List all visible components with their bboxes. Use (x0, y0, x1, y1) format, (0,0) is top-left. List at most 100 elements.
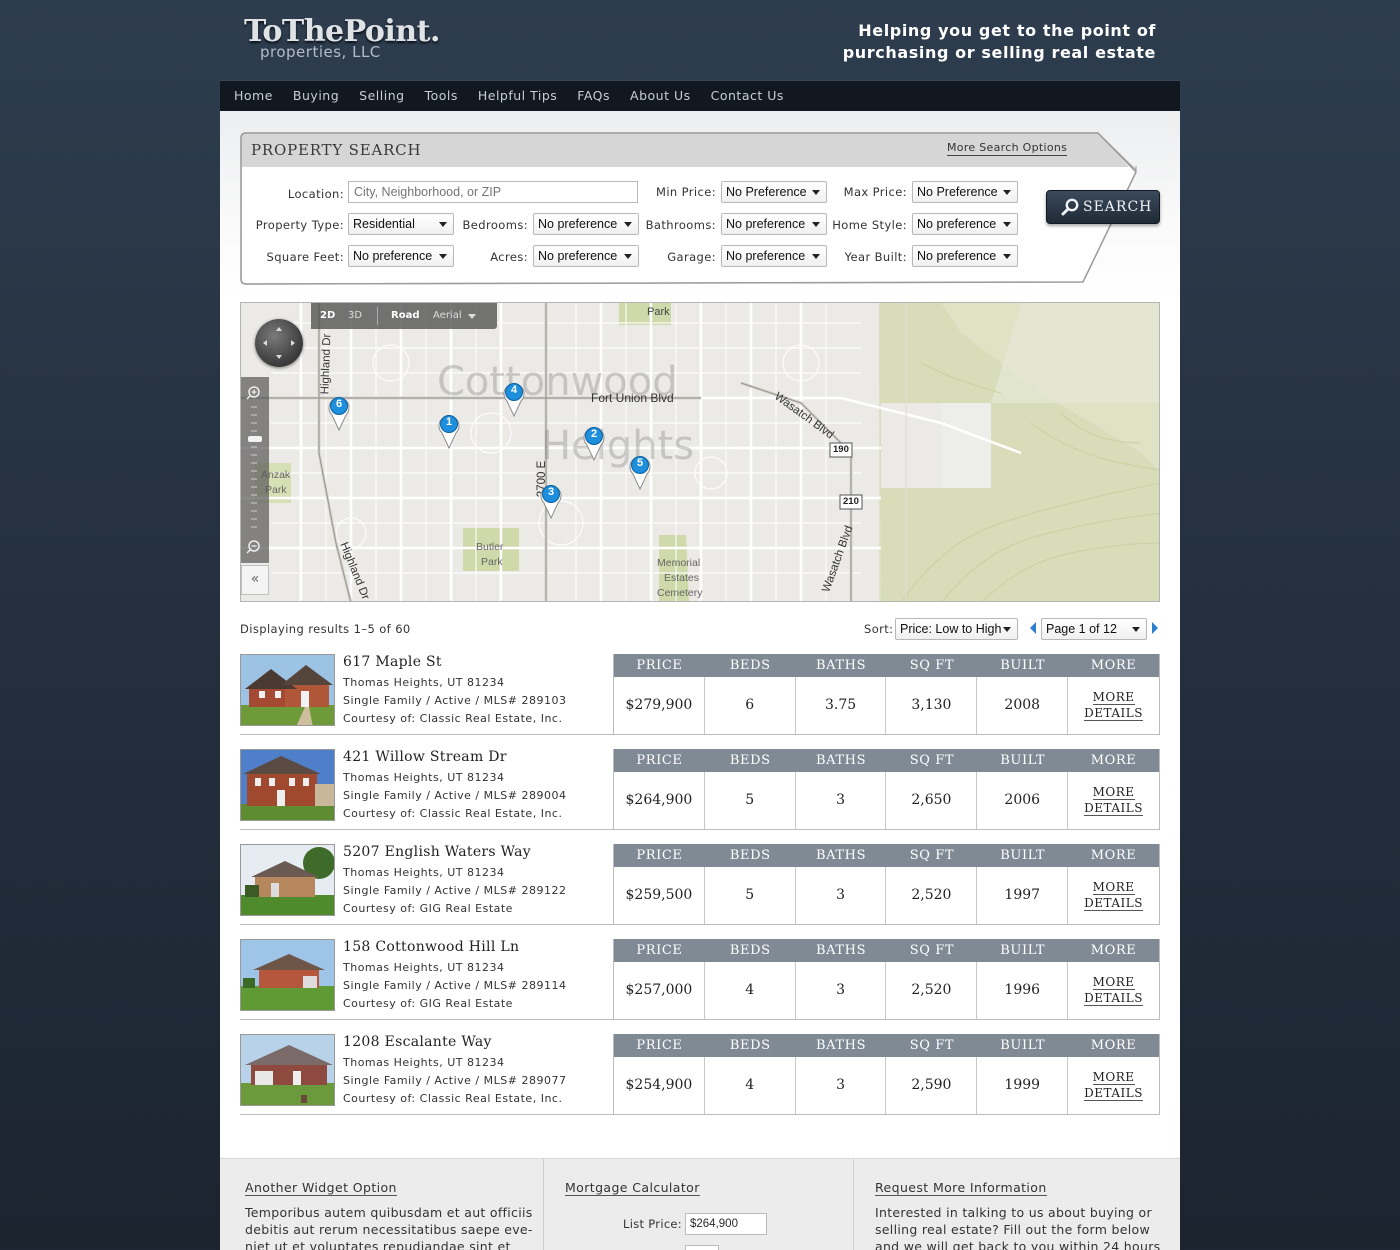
bedrooms-select[interactable]: No preference (533, 213, 639, 235)
listing-info: Single Family / Active / MLS# 289122 (343, 884, 567, 897)
listing-photo[interactable] (240, 939, 335, 1011)
zoom-out-icon[interactable] (241, 535, 269, 559)
listing-address[interactable]: 5207 English Waters Way (343, 844, 531, 860)
map-style-road[interactable]: Road (391, 310, 419, 321)
map-pin-number: 5 (636, 457, 644, 469)
zoom-in-icon[interactable] (241, 381, 269, 405)
site-tagline: Helping you get to the point of purchasi… (843, 20, 1156, 64)
garage-select[interactable]: No preference (721, 245, 827, 267)
listing-photo[interactable] (240, 844, 335, 916)
listing-built: 2006 (977, 772, 1069, 829)
listing-address[interactable]: 1208 Escalante Way (343, 1034, 492, 1050)
nav-contact-us[interactable]: Contact Us (711, 81, 784, 111)
zoom-slider[interactable] (241, 405, 269, 535)
listing-info: Single Family / Active / MLS# 289077 (343, 1074, 567, 1087)
nav-selling[interactable]: Selling (359, 81, 404, 111)
nav-faqs[interactable]: FAQs (577, 81, 610, 111)
min-price-value: No Preference (726, 185, 807, 199)
more-details-line-1: MORE (1092, 785, 1135, 800)
max-price-select[interactable]: No Preference (912, 181, 1018, 203)
listing-address[interactable]: 617 Maple St (343, 654, 442, 670)
map-label-butler-2: Park (481, 556, 503, 568)
widget-3-text-line-2: selling real estate? Fill out the form b… (875, 1222, 1150, 1237)
chevron-down-icon (1003, 190, 1011, 195)
widget-3-title[interactable]: Request More Information (875, 1180, 1047, 1196)
acres-label: Acres: (490, 250, 528, 264)
list-price-input[interactable]: $264,900 (685, 1213, 767, 1235)
listing-beds: 4 (705, 1057, 796, 1114)
more-details-link[interactable]: MORE DETAILS (1068, 1057, 1159, 1114)
widget-2-title[interactable]: Mortgage Calculator (565, 1180, 700, 1196)
nav-home[interactable]: Home (234, 81, 273, 111)
home-style-select[interactable]: No preference (912, 213, 1018, 235)
property-type-select[interactable]: Residential (348, 213, 454, 235)
map-pin-5[interactable]: 5 (628, 454, 652, 491)
bathrooms-select[interactable]: No preference (721, 213, 827, 235)
listing-city: Thomas Heights, UT 81234 (343, 1056, 505, 1069)
listing-table-header: PRICE BEDS BATHS SQ FT BUILT MORE (614, 844, 1159, 867)
nav-about-us[interactable]: About Us (630, 81, 691, 111)
map-label-route-210: 210 (843, 496, 859, 507)
listing-photo[interactable] (240, 1034, 335, 1106)
site-logo[interactable]: ToThePoint. properties, LLC (244, 14, 440, 61)
acres-select[interactable]: No preference (533, 245, 639, 267)
down-payment-input[interactable] (685, 1245, 719, 1250)
listing-address[interactable]: 158 Cottonwood Hill Ln (343, 939, 519, 955)
toolbar-divider (377, 307, 378, 325)
page-select[interactable]: Page 1 of 12 (1041, 618, 1147, 640)
map-pin-2[interactable]: 2 (582, 425, 606, 462)
listing-photo[interactable] (240, 654, 335, 726)
year-built-select[interactable]: No preference (912, 245, 1018, 267)
acres-value: No preference (538, 249, 618, 263)
map-pin-6[interactable]: 6 (327, 395, 351, 432)
chevron-down-icon (812, 254, 820, 259)
map-mode-3d[interactable]: 3D (348, 310, 362, 321)
more-details-link[interactable]: MORE DETAILS (1068, 772, 1159, 829)
more-details-line-2: DETAILS (1084, 706, 1143, 721)
map-pin-4[interactable]: 4 (502, 381, 526, 418)
listing-courtesy: Courtesy of: Classic Real Estate, Inc. (343, 1092, 563, 1105)
widget-3-text-line-3: and we will get back to you within 24 ho… (875, 1239, 1161, 1250)
results-map[interactable]: Cottonwood Heights Park Fort Union Blvd … (240, 302, 1160, 602)
more-search-options-link[interactable]: More Search Options (947, 141, 1068, 156)
header-price: PRICE (636, 753, 683, 768)
header-built: BUILT (1000, 943, 1046, 958)
more-details-link[interactable]: MORE DETAILS (1068, 962, 1159, 1019)
chevron-down-icon (1003, 254, 1011, 259)
map-pin-1[interactable]: 1 (437, 413, 461, 450)
garage-label: Garage: (667, 250, 716, 264)
nav-helpful-tips[interactable]: Helpful Tips (478, 81, 557, 111)
map-style-aerial[interactable]: Aerial (433, 310, 462, 321)
square-feet-select[interactable]: No preference (348, 245, 454, 267)
min-price-label: Min Price: (656, 185, 716, 199)
more-details-link[interactable]: MORE DETAILS (1068, 677, 1159, 734)
map-collapse-button[interactable]: « (241, 565, 269, 595)
map-label-fort-union: Fort Union Blvd (591, 391, 674, 405)
search-button[interactable]: SEARCH (1046, 190, 1160, 224)
map-mode-2d[interactable]: 2D (320, 310, 335, 321)
map-pin-3[interactable]: 3 (539, 483, 563, 520)
listing-baths: 3 (796, 962, 887, 1019)
listing-photo[interactable] (240, 749, 335, 821)
square-feet-label: Square Feet: (266, 250, 344, 264)
more-details-line-1: MORE (1092, 690, 1135, 705)
header-sqft: SQ FT (909, 848, 955, 863)
listing-price: $257,000 (614, 962, 705, 1019)
more-details-line-2: DETAILS (1084, 801, 1143, 816)
header-price: PRICE (636, 658, 683, 673)
widget-1-title[interactable]: Another Widget Option (245, 1180, 397, 1196)
nav-tools[interactable]: Tools (425, 81, 458, 111)
map-pan-control[interactable] (255, 319, 303, 367)
nav-buying[interactable]: Buying (293, 81, 339, 111)
map-view-toolbar: 2D 3D Road Aerial (311, 303, 497, 329)
sort-value: Price: Low to High (900, 622, 1002, 636)
map-label-memorial-1: Memorial (657, 557, 701, 569)
next-page-icon[interactable] (1150, 621, 1160, 635)
more-details-link[interactable]: MORE DETAILS (1068, 867, 1159, 924)
prev-page-icon[interactable] (1028, 621, 1038, 635)
listing-address[interactable]: 421 Willow Stream Dr (343, 749, 507, 765)
sort-select[interactable]: Price: Low to High (895, 618, 1018, 640)
widget-1-text-line-2: debitis aut rerum necessitatibus saepe e… (245, 1222, 533, 1237)
min-price-select[interactable]: No Preference (721, 181, 827, 203)
location-input[interactable] (348, 181, 638, 203)
